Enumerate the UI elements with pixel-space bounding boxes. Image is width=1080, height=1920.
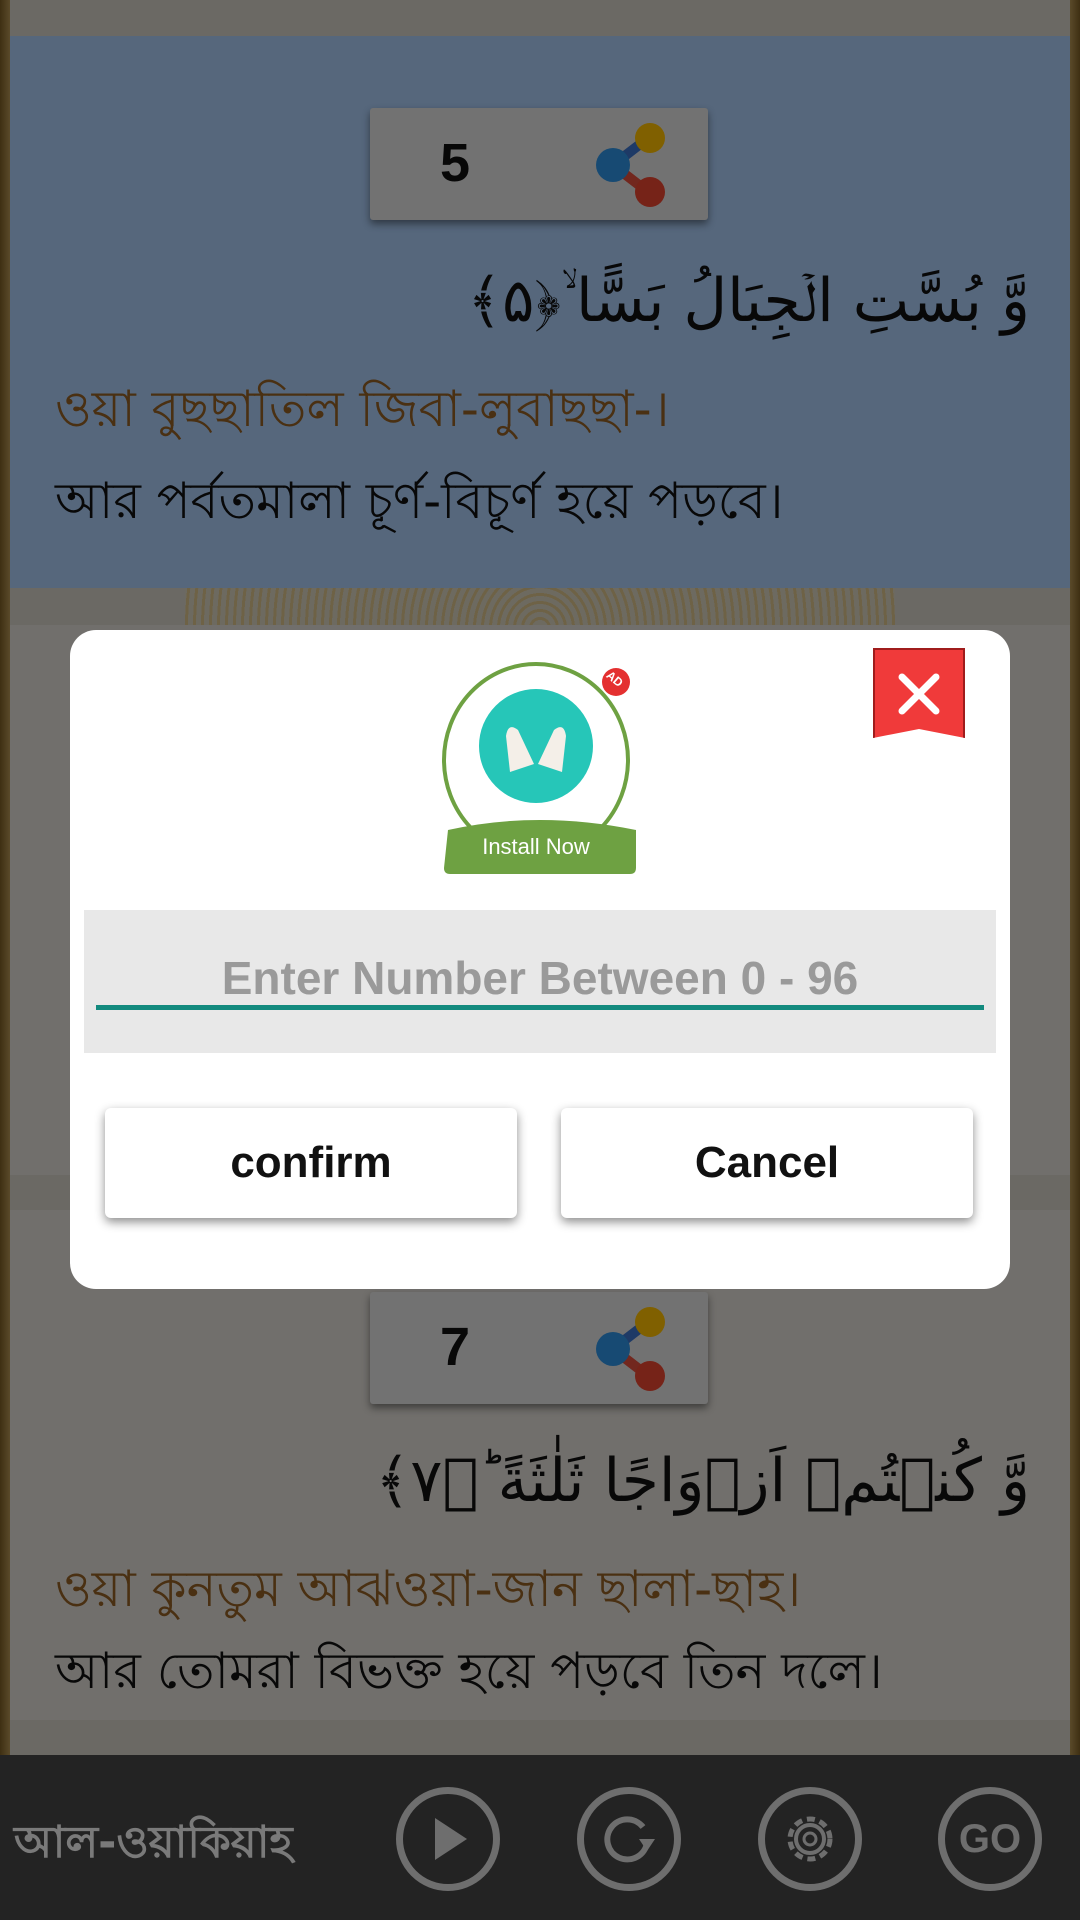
close-button[interactable] xyxy=(873,648,965,738)
verse-number-box: 5 xyxy=(370,108,708,220)
share-icon[interactable] xyxy=(588,1304,678,1394)
play-button[interactable] xyxy=(396,1787,500,1891)
settings-button[interactable] xyxy=(758,1787,862,1891)
install-now-button[interactable]: Install Now xyxy=(438,834,634,860)
arabic-text: وَّ كُنۡتُمۡ اَزۡوَاجًا ثَلٰثَةً ؕ﴿۷﴾ xyxy=(375,1446,1030,1516)
repeat-button[interactable] xyxy=(577,1787,681,1891)
confirm-button[interactable]: confirm xyxy=(105,1108,517,1218)
number-input-container xyxy=(84,910,996,1053)
transliteration: ওয়া বুছছাতিল জিবা-লুবাছছা-। xyxy=(55,380,670,438)
ornament-divider xyxy=(185,588,895,628)
go-icon: GO xyxy=(958,1816,1022,1861)
repeat-icon xyxy=(604,1816,655,1863)
transliteration: ওয়া কুনতুম আঝওয়া-জান ছালা-ছাহ। xyxy=(55,1560,802,1618)
surah-name: আল-ওয়াকিয়াহ xyxy=(14,1817,293,1868)
translation: আর পর্বতমালা চূর্ণ-বিচূর্ণ হয়ে পড়বে। xyxy=(55,472,784,530)
ad-banner[interactable]: AD Install Now xyxy=(438,660,642,876)
go-button[interactable]: GO xyxy=(938,1787,1042,1891)
go-to-verse-dialog: AD Install Now confirm Cancel xyxy=(70,630,1010,1289)
arabic-text: وَّ بُسَّتِ الۡجِبَالُ بَسًّا ۙ﴿۵﴾ xyxy=(466,266,1030,336)
verse-number: 5 xyxy=(440,133,471,193)
play-icon xyxy=(435,1818,467,1860)
verse-number-box: 7 xyxy=(370,1292,708,1404)
cancel-button[interactable]: Cancel xyxy=(561,1108,973,1218)
share-icon[interactable] xyxy=(588,120,678,210)
verse-card-5[interactable]: 5 وَّ بُسَّتِ الۡجِبَالُ بَسًّا ۙ﴿۵﴾ ওয়… xyxy=(10,36,1070,588)
verse-number-input[interactable] xyxy=(96,950,984,1010)
translation: আর তোমরা বিভক্ত হয়ে পড়বে তিন দলে। xyxy=(55,1642,883,1700)
gear-icon xyxy=(787,1816,833,1862)
bottom-bar: আল-ওয়াকিয়াহ GO xyxy=(0,1755,1080,1920)
close-icon xyxy=(898,673,940,715)
verse-number: 7 xyxy=(440,1317,471,1377)
